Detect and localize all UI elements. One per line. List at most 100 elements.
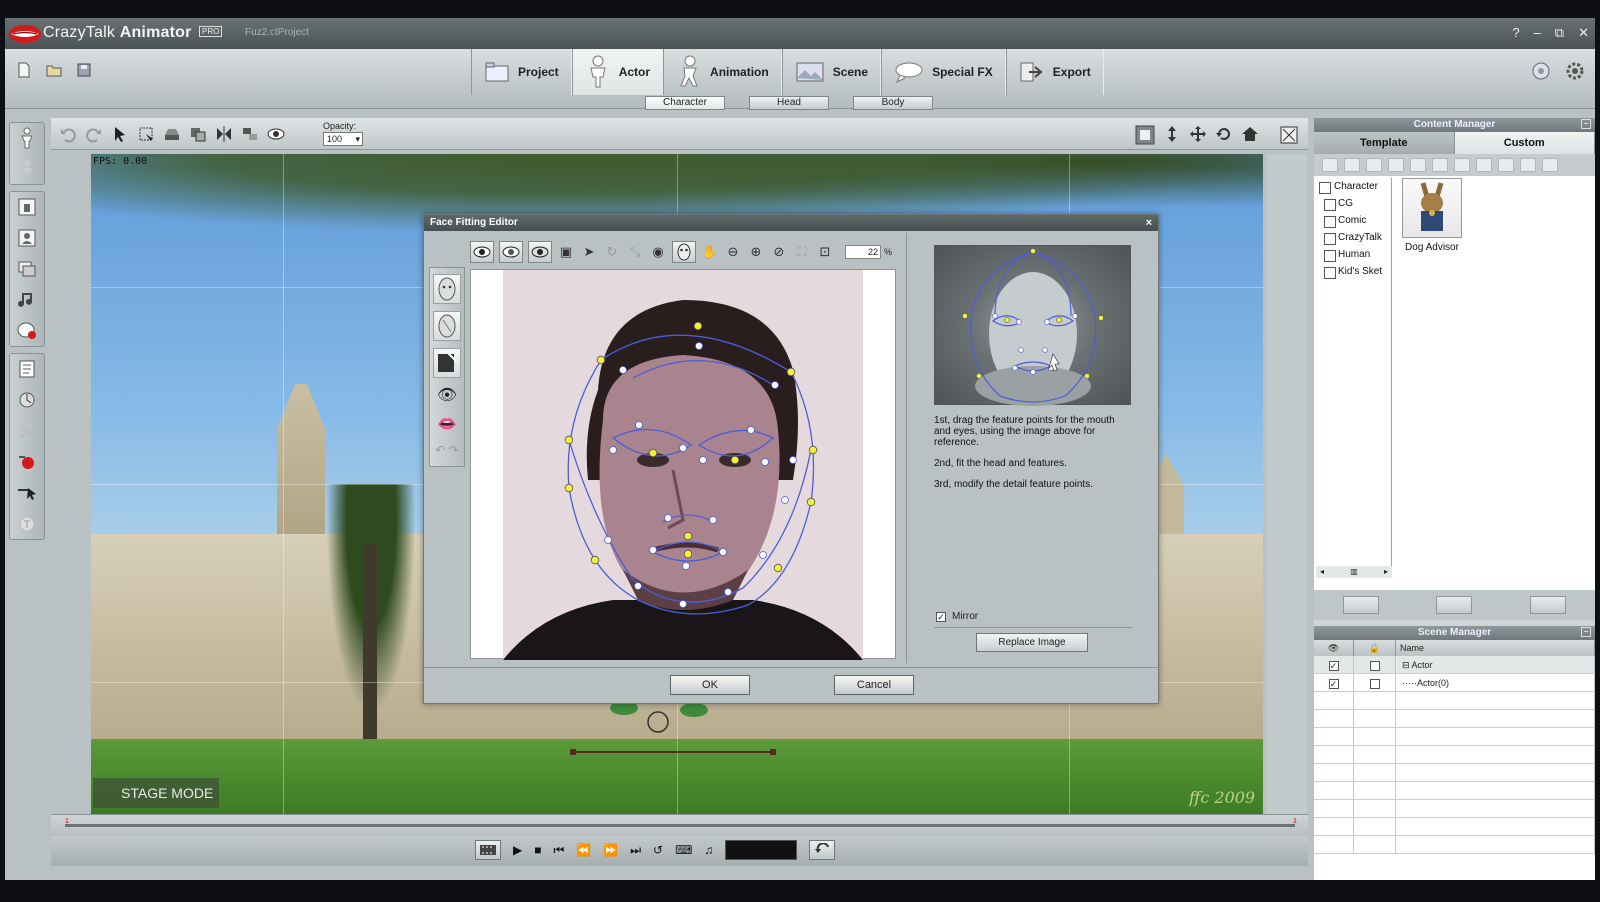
tree-item-crazytalk[interactable]: CrazyTalk — [1316, 229, 1391, 246]
timeline-bar[interactable]: 1 1 — [51, 814, 1308, 836]
record-icon[interactable] — [16, 451, 38, 473]
tab-animation[interactable]: Animation — [663, 49, 782, 95]
rotate-icon[interactable] — [1215, 125, 1233, 143]
face-front-tool-icon[interactable] — [433, 274, 461, 304]
visibility-checkbox[interactable]: ✓ — [1328, 678, 1339, 689]
tab-project[interactable]: Project — [471, 49, 572, 95]
actor-select-icon[interactable] — [16, 127, 38, 149]
minimize-button[interactable]: – — [1534, 25, 1541, 41]
tab-export[interactable]: Export — [1005, 49, 1104, 95]
face-photo[interactable] — [503, 270, 863, 660]
cm-tool-icon[interactable] — [1498, 158, 1514, 172]
face-mask-button[interactable] — [672, 241, 696, 263]
transform-disabled-icon[interactable] — [16, 420, 38, 442]
rotate-disabled-icon[interactable]: ↻ — [603, 243, 621, 261]
tree-item-cg[interactable]: CG — [1316, 195, 1391, 212]
undo-redo-icon[interactable]: ↶ ↷ — [433, 443, 461, 465]
restore-button[interactable]: ⧉ — [1555, 25, 1564, 41]
flip-icon[interactable] — [215, 125, 233, 143]
script-icon[interactable] — [16, 358, 38, 380]
visibility-checkbox[interactable]: ✓ — [1328, 660, 1339, 671]
cm-tool-icon[interactable] — [1322, 158, 1338, 172]
cm-add-button[interactable] — [1436, 596, 1473, 614]
scroll-left-icon[interactable]: ◂ — [1320, 566, 1324, 578]
select-arrow-icon[interactable]: ➤ — [580, 243, 598, 261]
scene-row[interactable]: ✓ ⊟ Actor — [1314, 656, 1595, 674]
play-icon[interactable]: ▶ — [513, 843, 522, 857]
cancel-button[interactable]: Cancel — [834, 675, 914, 695]
content-icon[interactable] — [1531, 61, 1551, 84]
group-icon[interactable] — [189, 125, 207, 143]
subtab-character[interactable]: Character — [645, 96, 725, 110]
scene-prop-icon[interactable] — [16, 196, 38, 218]
zoom-fit-icon[interactable]: ⊡ — [816, 243, 834, 261]
text-disabled-icon[interactable] — [16, 513, 38, 535]
face-profile-tool-icon[interactable] — [433, 311, 461, 341]
caption-icon[interactable]: ⌨ — [675, 843, 692, 857]
motion-icon[interactable] — [16, 389, 38, 411]
cm-tool-icon[interactable] — [1432, 158, 1448, 172]
cm-tool-icon[interactable] — [1476, 158, 1492, 172]
cm-remove-button[interactable] — [1342, 596, 1379, 614]
zoom-out-icon[interactable]: ⊖ — [724, 243, 742, 261]
last-frame-icon[interactable]: ⏭ — [630, 843, 641, 858]
subtab-head[interactable]: Head — [749, 96, 829, 110]
scroll-thumb[interactable]: ▥ — [1350, 566, 1358, 578]
eye-view-1-button[interactable] — [470, 241, 494, 263]
undo-icon[interactable] — [59, 125, 77, 143]
tab-template[interactable]: Template — [1314, 132, 1455, 154]
tree-item-character[interactable]: Character — [1316, 178, 1391, 195]
scene-row[interactable]: ✓ ·····Actor(0) — [1314, 674, 1595, 692]
eye-tool-icon[interactable]: 👁 — [433, 385, 461, 407]
scene-manager-minimize-button[interactable]: – — [1581, 627, 1591, 637]
actor-bounding-handle[interactable] — [570, 749, 776, 755]
mouth-tool-icon[interactable]: 👄 — [433, 414, 461, 436]
new-file-icon[interactable] — [15, 61, 33, 79]
rewind-icon[interactable]: ⏪ — [576, 843, 591, 857]
hand-pan-icon[interactable]: ✋ — [701, 243, 719, 261]
tab-custom[interactable]: Custom — [1454, 132, 1595, 154]
tab-special-fx[interactable]: Special FX — [881, 49, 1006, 95]
lock-checkbox[interactable] — [1369, 678, 1380, 689]
tree-item-human[interactable]: Human — [1316, 246, 1391, 263]
opacity-select[interactable]: 100 — [323, 132, 363, 146]
face-talk-icon[interactable] — [16, 320, 38, 342]
stop-icon[interactable]: ■ — [534, 843, 541, 857]
scale-disabled-icon[interactable]: ⤡ — [626, 243, 644, 261]
eye-view-3-button[interactable] — [528, 241, 552, 263]
music-note-icon[interactable] — [16, 289, 38, 311]
cm-tool-icon[interactable] — [1410, 158, 1426, 172]
zoom-in-icon[interactable]: ⊕ — [747, 243, 765, 261]
tree-item-kids-sketch[interactable]: Kid's Sket — [1316, 263, 1391, 280]
cm-export-button[interactable] — [1530, 596, 1567, 614]
ok-button[interactable]: OK — [670, 675, 750, 695]
replace-image-button[interactable]: Replace Image — [976, 633, 1088, 652]
cm-tool-icon[interactable] — [1454, 158, 1470, 172]
timeline-track[interactable] — [65, 824, 1295, 827]
fitted-face-photo[interactable] — [503, 270, 863, 660]
face-brush-tool-icon[interactable] — [433, 348, 461, 378]
home-icon[interactable] — [1241, 125, 1259, 143]
stage-camera-icon[interactable] — [1135, 125, 1155, 145]
portrait-icon[interactable] — [16, 227, 38, 249]
mask-icon[interactable]: ◉ — [649, 243, 667, 261]
open-folder-icon[interactable] — [45, 61, 63, 79]
fit-view-icon[interactable] — [1279, 125, 1299, 145]
cm-tool-icon[interactable] — [1542, 158, 1558, 172]
eye-visibility-icon[interactable] — [267, 125, 285, 143]
cm-tool-icon[interactable] — [1344, 158, 1360, 172]
close-button[interactable]: ✕ — [1578, 25, 1589, 41]
reset-icon[interactable]: ⊘ — [770, 243, 788, 261]
tab-actor[interactable]: Actor — [571, 49, 664, 95]
lock-checkbox[interactable] — [1369, 660, 1380, 671]
pointer-path-icon[interactable] — [16, 482, 38, 504]
content-manager-minimize-button[interactable]: – — [1581, 119, 1591, 129]
first-frame-icon[interactable]: ⏮ — [553, 843, 564, 858]
move-all-icon[interactable] — [1189, 125, 1207, 143]
select-arrow-icon[interactable] — [111, 125, 129, 143]
timecode-display[interactable]: 00:00:13 — [725, 840, 798, 860]
redo-icon[interactable] — [85, 125, 103, 143]
settings-gear-icon[interactable] — [1565, 61, 1585, 84]
help-button[interactable]: ? — [1512, 25, 1519, 41]
scroll-right-icon[interactable]: ▸ — [1384, 566, 1388, 578]
